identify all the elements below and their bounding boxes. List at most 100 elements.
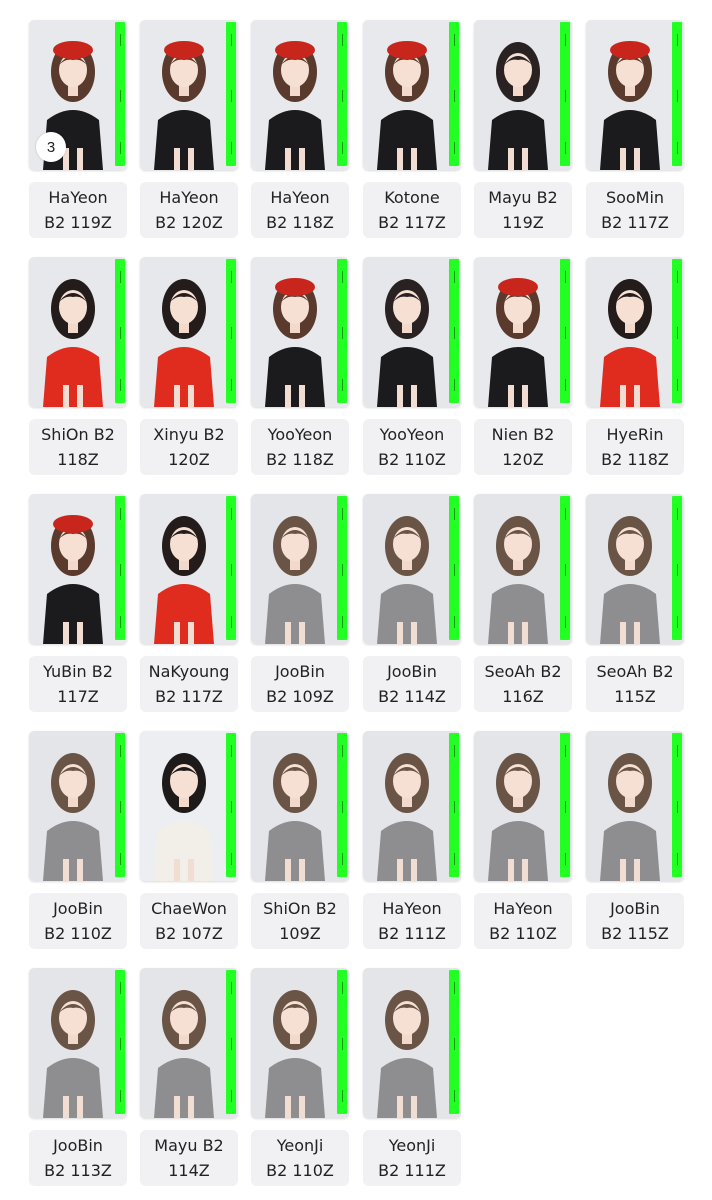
photocard-label[interactable]: HaYeon B2 119Z [29, 182, 127, 238]
photocard-item[interactable]: HaYeon B2 118Z [251, 20, 349, 244]
photocard-image[interactable] [474, 731, 572, 881]
photocard-image[interactable] [474, 20, 572, 170]
photocard-label[interactable]: YeonJi B2 111Z [363, 1130, 461, 1186]
photocard-image[interactable] [29, 731, 127, 881]
photocard-label[interactable]: ShiOn B2 109Z [251, 893, 349, 949]
photocard-label[interactable]: Kotone B2 117Z [363, 182, 461, 238]
photocard-label[interactable]: JooBin B2 110Z [29, 893, 127, 949]
photocard-label[interactable]: JooBin B2 113Z [29, 1130, 127, 1186]
photocard-label[interactable]: JooBin B2 115Z [586, 893, 684, 949]
photocard-item[interactable]: YooYeon B2 118Z [251, 257, 349, 481]
card-code: 116Z [502, 687, 544, 706]
member-name: NaKyoung [148, 662, 230, 681]
photocard-label[interactable]: ShiOn B2 118Z [29, 419, 127, 475]
photocard-item[interactable]: HyeRin B2 118Z [586, 257, 684, 481]
card-code: 120Z [168, 450, 210, 469]
photocard-image[interactable] [474, 257, 572, 407]
photocard-image[interactable] [29, 494, 127, 644]
photocard-item[interactable]: NaKyoung B2 117Z [140, 494, 238, 718]
card-edge-stripe [560, 259, 570, 403]
photocard-label[interactable]: Nien B2 120Z [474, 419, 572, 475]
photocard-image[interactable] [251, 968, 349, 1118]
photocard-item[interactable]: JooBin B2 115Z [586, 731, 684, 955]
photocard-item[interactable]: YuBin B2 117Z [29, 494, 127, 718]
photocard-item[interactable]: JooBin B2 114Z [363, 494, 461, 718]
photocard-image[interactable] [586, 257, 684, 407]
card-code: B2 117Z [601, 213, 669, 232]
photocard-label[interactable]: Mayu B2 114Z [140, 1130, 238, 1186]
photocard-label[interactable]: NaKyoung B2 117Z [140, 656, 238, 712]
photocard-label[interactable]: HaYeon B2 111Z [363, 893, 461, 949]
photocard-image[interactable] [251, 731, 349, 881]
photocard-item[interactable]: HaYeon B2 110Z [474, 731, 572, 955]
card-edge-stripe [560, 733, 570, 877]
photocard-item[interactable]: 3 HaYeon B2 119Z [29, 20, 127, 244]
photocard-item[interactable]: JooBin B2 113Z [29, 968, 127, 1192]
photocard-image[interactable] [251, 494, 349, 644]
photocard-image[interactable] [140, 257, 238, 407]
photocard-image[interactable] [363, 494, 461, 644]
photocard-item[interactable]: HaYeon B2 111Z [363, 731, 461, 955]
photocard-image[interactable] [29, 257, 127, 407]
photocard-item[interactable]: ShiOn B2 109Z [251, 731, 349, 955]
photocard-image[interactable] [474, 494, 572, 644]
photocard-image[interactable] [586, 731, 684, 881]
card-edge-stripe [226, 733, 236, 877]
card-edge-stripe [226, 496, 236, 640]
photocard-item[interactable]: Mayu B2 119Z [474, 20, 572, 244]
photocard-label[interactable]: YooYeon B2 110Z [363, 419, 461, 475]
photocard-image[interactable] [363, 257, 461, 407]
photocard-image[interactable]: 3 [29, 20, 127, 170]
photocard-item[interactable]: SooMin B2 117Z [586, 20, 684, 244]
photocard-label[interactable]: HaYeon B2 120Z [140, 182, 238, 238]
photocard-item[interactable]: YeonJi B2 110Z [251, 968, 349, 1192]
photocard-image[interactable] [586, 494, 684, 644]
member-name: SooMin [605, 188, 665, 207]
photocard-image[interactable] [140, 494, 238, 644]
photocard-label[interactable]: JooBin B2 114Z [363, 656, 461, 712]
member-photo-illustration [363, 257, 461, 407]
photocard-label[interactable]: JooBin B2 109Z [251, 656, 349, 712]
photocard-item[interactable]: YooYeon B2 110Z [363, 257, 461, 481]
member-name: JooBin [275, 662, 325, 681]
photocard-image[interactable] [251, 20, 349, 170]
photocard-item[interactable]: JooBin B2 110Z [29, 731, 127, 955]
photocard-label[interactable]: YooYeon B2 118Z [251, 419, 349, 475]
card-code: B2 110Z [266, 1161, 334, 1180]
photocard-label[interactable]: HaYeon B2 118Z [251, 182, 349, 238]
member-photo-illustration [140, 20, 238, 170]
photocard-label[interactable]: SooMin B2 117Z [586, 182, 684, 238]
photocard-label[interactable]: ChaeWon B2 107Z [140, 893, 238, 949]
photocard-item[interactable]: YeonJi B2 111Z [363, 968, 461, 1192]
photocard-image[interactable] [140, 731, 238, 881]
photocard-label[interactable]: HaYeon B2 110Z [474, 893, 572, 949]
photocard-image[interactable] [586, 20, 684, 170]
photocard-label[interactable]: SeoAh B2 116Z [474, 656, 572, 712]
photocard-item[interactable]: Mayu B2 114Z [140, 968, 238, 1192]
photocard-label[interactable]: SeoAh B2 115Z [586, 656, 684, 712]
card-code: B2 110Z [378, 450, 446, 469]
photocard-image[interactable] [140, 968, 238, 1118]
photocard-item[interactable]: ChaeWon B2 107Z [140, 731, 238, 955]
photocard-label[interactable]: HyeRin B2 118Z [586, 419, 684, 475]
photocard-item[interactable]: Nien B2 120Z [474, 257, 572, 481]
photocard-label[interactable]: YeonJi B2 110Z [251, 1130, 349, 1186]
photocard-item[interactable]: SeoAh B2 115Z [586, 494, 684, 718]
photocard-item[interactable]: ShiOn B2 118Z [29, 257, 127, 481]
photocard-item[interactable]: JooBin B2 109Z [251, 494, 349, 718]
photocard-image[interactable] [140, 20, 238, 170]
photocard-label[interactable]: YuBin B2 117Z [29, 656, 127, 712]
photocard-item[interactable]: SeoAh B2 116Z [474, 494, 572, 718]
member-name: YeonJi [388, 1136, 436, 1155]
member-name: SeoAh B2 [596, 662, 674, 681]
photocard-image[interactable] [363, 968, 461, 1118]
photocard-item[interactable]: Xinyu B2 120Z [140, 257, 238, 481]
photocard-image[interactable] [251, 257, 349, 407]
photocard-item[interactable]: Kotone B2 117Z [363, 20, 461, 244]
photocard-label[interactable]: Xinyu B2 120Z [140, 419, 238, 475]
photocard-label[interactable]: Mayu B2 119Z [474, 182, 572, 238]
photocard-image[interactable] [363, 731, 461, 881]
photocard-image[interactable] [363, 20, 461, 170]
photocard-image[interactable] [29, 968, 127, 1118]
photocard-item[interactable]: HaYeon B2 120Z [140, 20, 238, 244]
